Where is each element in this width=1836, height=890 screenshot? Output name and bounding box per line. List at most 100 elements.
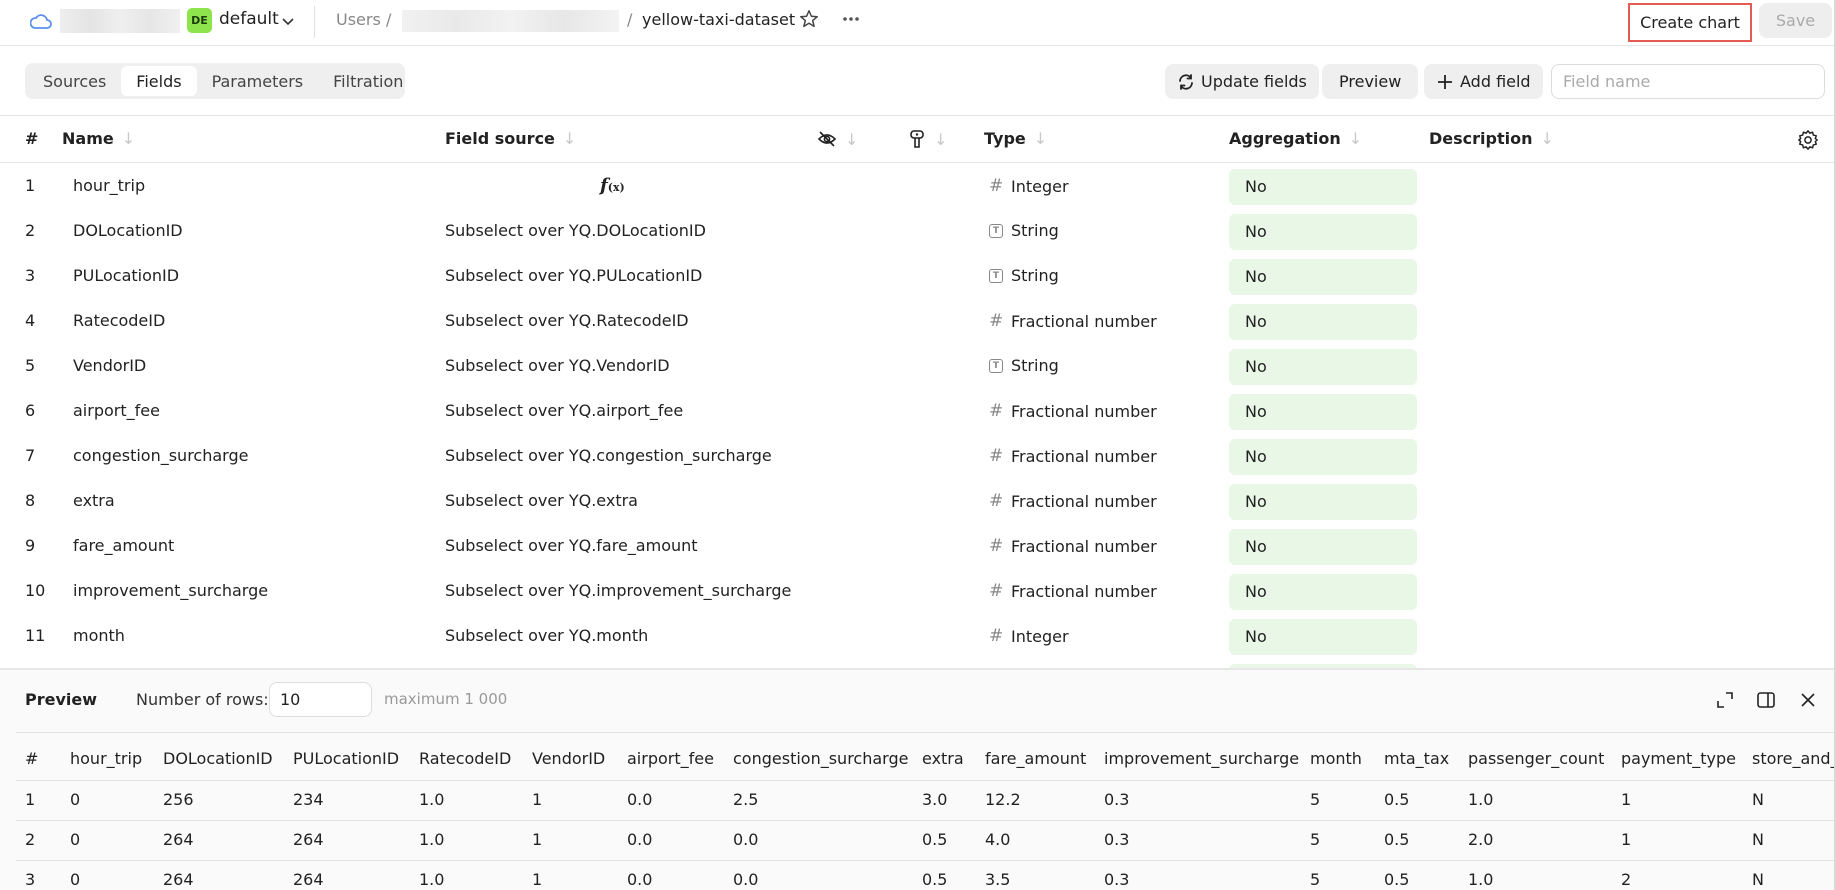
- gear-icon[interactable]: [1797, 129, 1819, 151]
- field-row[interactable]: 5 VendorID Subselect over YQ.VendorID T Stri…: [0, 344, 1836, 389]
- preview-cell: 0.3: [1104, 830, 1130, 849]
- field-name[interactable]: hour_trip: [73, 176, 145, 195]
- aggregation-select[interactable]: No: [1229, 394, 1417, 430]
- field-row[interactable]: 4 RatecodeID Subselect over YQ.RatecodeID #…: [0, 299, 1836, 344]
- cloud-icon[interactable]: [30, 12, 52, 30]
- create-chart-button[interactable]: Create chart: [1628, 3, 1752, 42]
- sort-arrow-icon[interactable]: ↓: [122, 129, 135, 148]
- field-source[interactable]: Subselect over YQ.month: [445, 626, 648, 645]
- column-field-source[interactable]: Field source ↓: [445, 129, 576, 148]
- column-type-label: Type: [984, 129, 1026, 148]
- update-fields-button[interactable]: Update fields: [1165, 64, 1319, 99]
- aggregation-select[interactable]: No: [1229, 619, 1417, 655]
- field-type[interactable]: # Fractional number: [989, 581, 1157, 601]
- field-name[interactable]: VendorID: [73, 356, 146, 375]
- expand-icon[interactable]: [1715, 690, 1735, 710]
- sort-arrow-icon[interactable]: ↓: [563, 129, 576, 148]
- aggregation-select[interactable]: No: [1229, 529, 1417, 565]
- sort-arrow-icon[interactable]: ↓: [1540, 129, 1553, 148]
- field-source[interactable]: Subselect over YQ.PULocationID: [445, 266, 702, 285]
- field-source[interactable]: Subselect over YQ.extra: [445, 491, 638, 510]
- field-row[interactable]: 9 fare_amount Subselect over YQ.fare_amoun…: [0, 524, 1836, 569]
- field-name[interactable]: RatecodeID: [73, 311, 165, 330]
- add-field-button[interactable]: Add field: [1424, 64, 1543, 99]
- field-row[interactable]: 3 PULocationID Subselect over YQ.PULocatio…: [0, 254, 1836, 299]
- field-type[interactable]: # Fractional number: [989, 536, 1157, 556]
- field-source[interactable]: Subselect over YQ.fare_amount: [445, 536, 698, 555]
- field-row[interactable]: 11 month Subselect over YQ.month # Integer No: [0, 614, 1836, 659]
- formula-icon[interactable]: f(x): [600, 175, 625, 196]
- breadcrumb-users[interactable]: Users: [336, 10, 381, 29]
- aggregation-select[interactable]: No: [1229, 574, 1417, 610]
- field-row[interactable]: 6 airport_fee Subselect over YQ.airport_fe…: [0, 389, 1836, 434]
- tab-fields[interactable]: Fields: [121, 66, 197, 96]
- field-name[interactable]: fare_amount: [73, 536, 174, 555]
- column-description[interactable]: Description ↓: [1429, 129, 1554, 148]
- field-type[interactable]: # Fractional number: [989, 491, 1157, 511]
- field-name[interactable]: congestion_surcharge: [73, 446, 248, 465]
- aggregation-select[interactable]: No: [1229, 259, 1417, 295]
- preview-cell: 12.2: [985, 790, 1021, 809]
- field-row[interactable]: 8 extra Subselect over YQ.extra # Fractional…: [0, 479, 1836, 524]
- field-row[interactable]: 1 hour_trip f(x) # Integer No: [0, 164, 1836, 209]
- column-name[interactable]: Name ↓: [62, 129, 135, 148]
- star-icon[interactable]: [798, 8, 820, 30]
- field-type-label: Fractional number: [1011, 401, 1157, 421]
- field-source[interactable]: Subselect over YQ.VendorID: [445, 356, 670, 375]
- field-source[interactable]: Subselect over YQ.RatecodeID: [445, 311, 689, 330]
- tab-filtration[interactable]: Filtration: [318, 66, 418, 96]
- aggregation-select[interactable]: No: [1229, 169, 1417, 205]
- field-source[interactable]: Subselect over YQ.improvement_surcharge: [445, 581, 791, 600]
- field-row[interactable]: 2 DOLocationID Subselect over YQ.DOLocatio…: [0, 209, 1836, 254]
- aggregation-select[interactable]: No: [1229, 484, 1417, 520]
- field-source[interactable]: Subselect over YQ.DOLocationID: [445, 221, 706, 240]
- workspace-badge[interactable]: DE: [187, 8, 212, 33]
- column-key[interactable]: ↓: [908, 129, 947, 149]
- field-name[interactable]: month: [73, 626, 125, 645]
- field-name[interactable]: extra: [73, 491, 115, 510]
- workspace-name[interactable]: default: [219, 9, 279, 29]
- field-type[interactable]: T String: [989, 356, 1059, 375]
- field-name[interactable]: improvement_surcharge: [73, 581, 268, 600]
- preview-cell: 1.0: [1468, 870, 1494, 889]
- more-icon[interactable]: [840, 8, 862, 30]
- column-type[interactable]: Type ↓: [984, 129, 1047, 148]
- field-name-search-input[interactable]: [1551, 64, 1825, 99]
- field-type[interactable]: # Integer: [989, 626, 1069, 646]
- aggregation-select[interactable]: No: [1229, 304, 1417, 340]
- sort-arrow-icon[interactable]: ↓: [1349, 129, 1362, 148]
- field-source[interactable]: Subselect over YQ.airport_fee: [445, 401, 683, 420]
- field-name[interactable]: airport_fee: [73, 401, 160, 420]
- tab-sources[interactable]: Sources: [28, 66, 121, 96]
- field-row[interactable]: 7 congestion_surcharge Subselect over YQ.c…: [0, 434, 1836, 479]
- sort-arrow-icon[interactable]: ↓: [1034, 129, 1047, 148]
- column-visibility[interactable]: ↓: [817, 129, 858, 149]
- field-type[interactable]: T String: [989, 266, 1059, 285]
- sort-arrow-icon[interactable]: ↓: [934, 130, 947, 149]
- save-button[interactable]: Save: [1759, 3, 1832, 38]
- field-row[interactable]: 10 improvement_surcharge Subselect over YQ…: [0, 569, 1836, 614]
- field-source[interactable]: Subselect over YQ.congestion_surcharge: [445, 446, 772, 465]
- field-type[interactable]: # Fractional number: [989, 311, 1157, 331]
- field-type[interactable]: T String: [989, 221, 1059, 240]
- chevron-down-icon[interactable]: [281, 14, 295, 28]
- aggregation-select[interactable]: No: [1229, 439, 1417, 475]
- split-view-icon[interactable]: [1756, 690, 1776, 710]
- preview-cell: 0.0: [733, 830, 759, 849]
- field-type[interactable]: # Integer: [989, 176, 1069, 196]
- field-name[interactable]: DOLocationID: [73, 221, 183, 240]
- preview-button[interactable]: Preview: [1322, 64, 1419, 99]
- column-aggregation[interactable]: Aggregation ↓: [1229, 129, 1362, 148]
- preview-cell: 1.0: [419, 870, 445, 889]
- field-name[interactable]: PULocationID: [73, 266, 179, 285]
- aggregation-select[interactable]: No: [1229, 214, 1417, 250]
- field-type[interactable]: # Fractional number: [989, 401, 1157, 421]
- rows-count-input[interactable]: [269, 682, 372, 717]
- sort-arrow-icon[interactable]: ↓: [845, 130, 858, 149]
- fields-table-header: # Name ↓ Field source ↓ ↓ ↓ Type ↓ Aggregat…: [0, 117, 1836, 163]
- field-type[interactable]: # Fractional number: [989, 446, 1157, 466]
- close-icon[interactable]: [1798, 690, 1818, 710]
- preview-cell: 264: [293, 830, 324, 849]
- aggregation-select[interactable]: No: [1229, 349, 1417, 385]
- tab-parameters[interactable]: Parameters: [197, 66, 319, 96]
